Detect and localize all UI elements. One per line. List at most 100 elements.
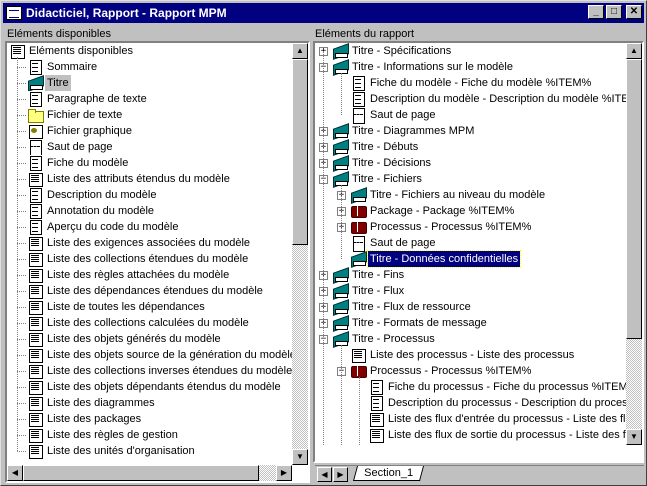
tree-item[interactable]: Paragraphe de texte <box>27 91 149 107</box>
right-scroll-up-button[interactable]: ▲ <box>626 43 642 59</box>
tab-section[interactable]: Section_1 <box>352 466 424 481</box>
tree-item[interactable]: Liste des objets source de la génération… <box>27 347 292 363</box>
left-horizontal-scrollbar[interactable]: ◀ ▶ <box>7 465 292 481</box>
report-tree-item[interactable]: + Titre - Diagrammes MPM <box>319 123 476 139</box>
report-tree-item[interactable]: − Titre - Informations sur le modèle <box>319 59 515 75</box>
title-bar[interactable]: Didacticiel, Rapport - Rapport MPM _ □ ✕ <box>3 3 644 23</box>
close-button[interactable]: ✕ <box>626 5 642 19</box>
report-tree-item[interactable]: + Package - Package %ITEM% <box>337 203 516 219</box>
tree-item[interactable]: Fiche du modèle <box>27 155 130 171</box>
list-icon <box>27 267 43 283</box>
report-tree-item[interactable]: − Titre - Processus <box>319 331 437 347</box>
report-tree-item-label: Liste des... <box>386 443 443 445</box>
report-elements-tree[interactable]: + Titre - Spécifications − Titre - Informat… <box>313 41 644 463</box>
tree-item[interactable]: Liste des diagrammes <box>27 395 157 411</box>
right-vertical-scrollbar[interactable]: ▲ ▼ <box>626 43 642 445</box>
tree-item-label: Liste des collections calculées du modèl… <box>47 317 249 329</box>
report-tree-item[interactable]: + Titre - Débuts <box>319 139 420 155</box>
report-tree-item-label: Titre - Formats de message <box>352 317 487 329</box>
report-tree-item-label: Processus - Processus %ITEM% <box>370 365 532 377</box>
list-icon <box>350 347 366 363</box>
document-icon <box>27 203 43 219</box>
tree-item[interactable]: Saut de page <box>27 139 114 156</box>
tree-item[interactable]: Annotation du modèle <box>27 203 156 219</box>
report-tree-item[interactable]: + Titre - Flux <box>319 283 406 299</box>
left-scroll-down-button[interactable]: ▼ <box>292 449 308 465</box>
report-tree-item[interactable]: Saut de page <box>337 235 437 252</box>
available-elements-tree[interactable]: Eléments disponibles Sommaire Titre Paragra… <box>5 41 310 483</box>
left-scroll-right-button[interactable]: ▶ <box>276 465 292 481</box>
report-tree-item[interactable]: − Titre - Fichiers <box>319 171 424 187</box>
report-tree-item[interactable]: Liste des... <box>355 443 443 445</box>
right-scroll-down-button[interactable]: ▼ <box>626 429 642 445</box>
tree-item[interactable]: Liste des règles attachées du modèle <box>27 267 231 283</box>
report-tree-item[interactable]: Liste des flux d'entrée du processus - L… <box>355 411 626 427</box>
page-break-icon <box>27 139 43 156</box>
report-tree-item[interactable]: Description du processus - Description d… <box>355 395 626 411</box>
tree-item[interactable]: Fichier de texte <box>27 107 124 123</box>
left-scroll-up-button[interactable]: ▲ <box>292 43 308 59</box>
report-tree-item[interactable]: Liste des flux de sortie du processus - … <box>355 427 626 443</box>
tree-item[interactable]: Liste des règles de gestion <box>27 427 180 443</box>
tree-item-label: Liste des objets source de la génération… <box>47 349 292 361</box>
window-title: Didacticiel, Rapport - Rapport MPM <box>26 6 227 20</box>
book-icon <box>350 251 366 267</box>
tree-item[interactable]: Eléments disponibles <box>9 43 135 59</box>
right-scroll-thumb[interactable] <box>626 59 642 339</box>
tree-item[interactable]: Sommaire <box>27 59 99 75</box>
tree-connector <box>17 403 26 404</box>
maximize-icon: □ <box>610 6 618 17</box>
tree-item[interactable]: Fichier graphique <box>27 123 134 139</box>
tab-next-button[interactable]: ▶ <box>333 467 348 482</box>
report-tree-item-label: Titre - Flux de ressource <box>352 301 471 313</box>
tree-item-label: Liste des règles attachées du modèle <box>47 269 230 281</box>
report-tree-item[interactable]: Titre - Données confidentielles <box>337 250 522 268</box>
left-hscroll-thumb[interactable] <box>23 465 259 481</box>
list-icon <box>27 331 43 347</box>
scroll-left-icon: ◀ <box>11 468 19 477</box>
tree-item[interactable]: Liste des objets générés du modèle <box>27 331 223 347</box>
tree-item[interactable]: Liste de toutes les dépendances <box>27 299 207 315</box>
minimize-button[interactable]: _ <box>588 5 604 19</box>
tree-item[interactable]: Liste des objets dépendants étendus du m… <box>27 379 283 395</box>
tree-connector <box>359 377 360 445</box>
tree-item[interactable]: Liste des exigences associées du modèle <box>27 235 252 251</box>
report-tree-item[interactable]: Saut de page <box>337 107 437 124</box>
tree-item[interactable]: Liste des unités d'organisation <box>27 443 197 459</box>
report-tree-item[interactable]: + Titre - Flux de ressource <box>319 299 473 315</box>
report-tree-item[interactable]: − Processus - Processus %ITEM% <box>337 363 533 379</box>
tree-item[interactable]: Liste des collections étendues du modèle <box>27 251 250 267</box>
report-tree-item-label: Titre - Fichiers <box>352 173 422 185</box>
scroll-right-icon: ▶ <box>280 468 288 477</box>
tab-prev-icon: ◀ <box>321 470 328 479</box>
report-tree-item[interactable]: Liste des processus - Liste des processu… <box>337 347 576 363</box>
left-scroll-thumb[interactable] <box>292 59 308 245</box>
report-tree-item[interactable]: + Titre - Spécifications <box>319 43 453 59</box>
tree-connector <box>17 179 26 180</box>
report-tree-item[interactable]: Description du modèle - Description du m… <box>337 91 626 107</box>
tree-item[interactable]: Liste des packages <box>27 411 143 427</box>
tree-item[interactable]: Liste des dépendances étendues du modèle <box>27 283 265 299</box>
left-vertical-scrollbar[interactable]: ▲ ▼ <box>292 43 308 465</box>
tree-item[interactable]: Titre <box>27 75 71 91</box>
tree-connector <box>17 243 26 244</box>
report-tree-item[interactable]: + Titre - Formats de message <box>319 315 489 331</box>
tab-prev-button[interactable]: ◀ <box>317 467 332 482</box>
tree-item[interactable]: Aperçu du code du modèle <box>27 219 180 235</box>
document-icon <box>350 75 366 91</box>
tree-item[interactable]: Liste des collections inverses étendues … <box>27 363 292 379</box>
report-tree-item-label: Saut de page <box>370 109 436 121</box>
report-tree-item[interactable]: Fiche du modèle - Fiche du modèle %ITEM% <box>337 75 593 91</box>
report-tree-item[interactable]: + Processus - Processus %ITEM% <box>337 219 533 235</box>
left-scroll-left-button[interactable]: ◀ <box>7 465 23 481</box>
tree-item[interactable]: Liste des collections calculées du modèl… <box>27 315 251 331</box>
report-tree-item[interactable]: + Titre - Fins <box>319 267 406 283</box>
report-tree-item[interactable]: + Titre - Fichiers au niveau du modèle <box>337 187 547 203</box>
maximize-button[interactable]: □ <box>606 5 622 19</box>
tree-item[interactable]: Description du modèle <box>27 187 158 203</box>
tree-item[interactable]: Liste des attributs étendus du modèle <box>27 171 232 187</box>
report-tree-item-label: Fiche du processus - Fiche du processus … <box>388 381 626 393</box>
report-tree-item[interactable]: Fiche du processus - Fiche du processus … <box>355 379 626 395</box>
report-tree-item[interactable]: + Titre - Décisions <box>319 155 433 171</box>
report-tree-item-label: Titre - Processus <box>352 333 435 345</box>
